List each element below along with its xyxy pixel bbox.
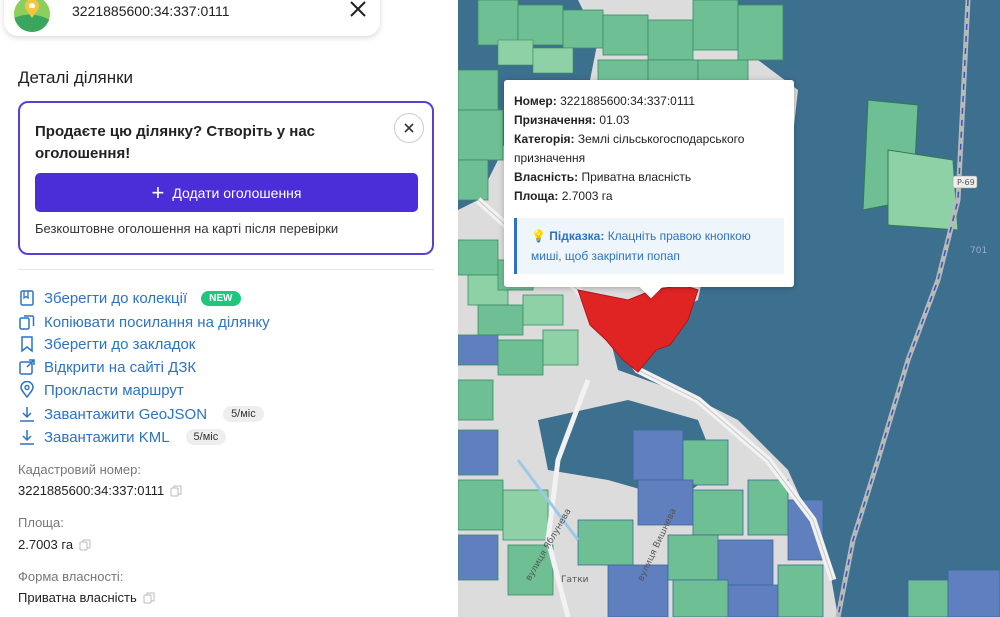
popup-value: Приватна власність bbox=[581, 170, 692, 184]
popup-label: Категорія: bbox=[514, 132, 575, 146]
download-kml-link[interactable]: Завантажити KML 5/міс bbox=[18, 426, 227, 448]
area-label: Площа: bbox=[18, 515, 64, 530]
limit-badge: 5/міс bbox=[223, 406, 264, 422]
area-value: 2.7003 га bbox=[18, 537, 91, 552]
limit-badge: 5/міс bbox=[185, 429, 227, 445]
popup-label: Номер: bbox=[514, 94, 557, 108]
close-icon[interactable] bbox=[346, 0, 370, 21]
cadastral-label: Кадастровий номер: bbox=[18, 462, 141, 477]
popup-value: 2.7003 га bbox=[561, 189, 613, 203]
copy-link-link[interactable]: Копіювати посилання на ділянку bbox=[18, 311, 270, 333]
promo-close-button[interactable] bbox=[394, 113, 424, 143]
app-logo bbox=[14, 0, 50, 32]
save-to-collection-link[interactable]: Зберегти до колекції NEW bbox=[18, 287, 241, 309]
popup-category-row: Категорія: Землі сільськогосподарського … bbox=[514, 130, 784, 168]
road-label: P-69 bbox=[957, 178, 975, 187]
map-pin-icon bbox=[20, 381, 34, 399]
new-badge: NEW bbox=[201, 290, 241, 306]
contour-label: 701 bbox=[970, 246, 988, 256]
external-link-icon bbox=[19, 359, 35, 375]
collection-icon bbox=[20, 290, 34, 306]
build-route-link[interactable]: Прокласти маршрут bbox=[18, 379, 184, 401]
action-label: Відкрити на сайті ДЗК bbox=[44, 358, 197, 376]
action-label: Копіювати посилання на ділянку bbox=[44, 313, 270, 331]
section-title: Деталі ділянки bbox=[18, 68, 134, 87]
parcel-popup: Номер: 3221885600:34:337:0111 Призначенн… bbox=[504, 80, 794, 299]
copy-icon[interactable] bbox=[143, 592, 155, 604]
popup-area-row: Площа: 2.7003 га bbox=[514, 187, 784, 206]
ownership-text: Приватна власність bbox=[18, 590, 137, 605]
close-icon bbox=[404, 123, 414, 133]
cadastral-value: 3221885600:34:337:0111 bbox=[18, 483, 182, 498]
promo-card: Продаєте цю ділянку? Створіть у нас огол… bbox=[18, 101, 434, 255]
place-label: Гатки bbox=[561, 575, 589, 585]
plus-icon: + bbox=[151, 179, 165, 205]
popup-hint: 💡 Підказка: Клацніть правою кнопкою миші… bbox=[514, 218, 784, 274]
promo-note: Безкоштовне оголошення на карті після пе… bbox=[35, 221, 339, 236]
copy-icon[interactable] bbox=[170, 485, 182, 497]
copy-link-icon bbox=[19, 315, 35, 330]
add-listing-label: Додати оголошення bbox=[172, 184, 302, 201]
save-bookmark-link[interactable]: Зберегти до закладок bbox=[18, 333, 195, 355]
popup-label: Власність: bbox=[514, 170, 579, 184]
open-dzk-link[interactable]: Відкрити на сайті ДЗК bbox=[18, 356, 196, 378]
divider bbox=[18, 269, 434, 270]
action-label: Зберегти до колекції bbox=[44, 289, 188, 307]
promo-title: Продаєте цю ділянку? Створіть у нас огол… bbox=[35, 123, 316, 162]
hint-label: Підказка: bbox=[549, 229, 605, 243]
ownership-label: Форма власності: bbox=[18, 569, 124, 584]
bookmark-icon bbox=[21, 336, 33, 353]
popup-label: Призначення: bbox=[514, 113, 597, 127]
download-icon bbox=[20, 430, 34, 445]
lightbulb-icon: 💡 bbox=[531, 229, 546, 243]
add-listing-button[interactable]: + Додати оголошення bbox=[35, 173, 418, 212]
search-card: 3221885600:34:337:0111 bbox=[4, 0, 380, 36]
details-panel: 3221885600:34:337:0111 Деталі ділянки Пр… bbox=[0, 0, 458, 617]
download-geojson-link[interactable]: Завантажити GeoJSON 5/міс bbox=[18, 403, 264, 425]
area-number: 2.7003 га bbox=[18, 537, 74, 552]
popup-ownership-row: Власність: Приватна власність bbox=[514, 168, 784, 187]
popup-number-row: Номер: 3221885600:34:337:0111 bbox=[514, 92, 784, 111]
copy-icon[interactable] bbox=[79, 539, 91, 551]
ownership-value: Приватна власність bbox=[18, 590, 155, 605]
search-input[interactable]: 3221885600:34:337:0111 bbox=[72, 3, 230, 19]
action-label: Зберегти до закладок bbox=[44, 335, 196, 353]
popup-value: 01.03 bbox=[599, 113, 630, 127]
action-label: Прокласти маршрут bbox=[44, 381, 184, 399]
popup-value: 3221885600:34:337:0111 bbox=[560, 94, 696, 108]
cadastral-number: 3221885600:34:337:0111 bbox=[18, 483, 165, 498]
action-label: Завантажити KML bbox=[44, 428, 170, 446]
action-label: Завантажити GeoJSON bbox=[44, 405, 208, 423]
popup-label: Площа: bbox=[514, 189, 559, 203]
popup-purpose-row: Призначення: 01.03 bbox=[514, 111, 784, 130]
download-icon bbox=[20, 407, 34, 422]
